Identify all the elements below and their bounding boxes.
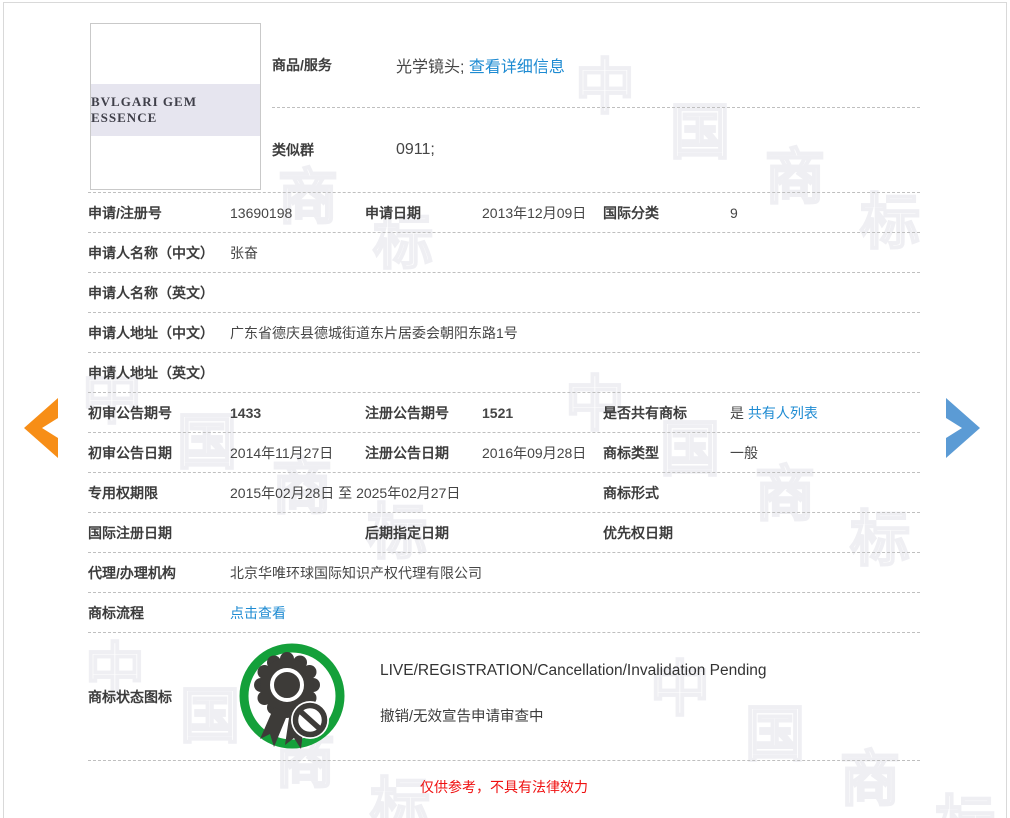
row-applicant-address-en: 申请人地址（英文） — [88, 353, 920, 393]
first-pub-date-value: 2014年11月27日 — [230, 443, 365, 463]
chevron-left-icon — [20, 396, 60, 460]
intl-reg-date-label: 国际注册日期 — [88, 523, 230, 543]
process-label: 商标流程 — [88, 603, 230, 623]
trademark-image-text: BVLGARI GEM ESSENCE — [91, 84, 260, 136]
co-owner-list-link[interactable]: 共有人列表 — [748, 405, 818, 421]
trademark-detail-page: 中国商标中国商标中国商标中国商标中国商标中国商标 BVLGARI GEM ESS… — [0, 0, 1010, 818]
tm-type-label: 商标类型 — [603, 443, 730, 463]
goods-services-label: 商品/服务 — [272, 55, 396, 75]
view-details-link[interactable]: 查看详细信息 — [469, 53, 565, 77]
late-designation-label: 后期指定日期 — [365, 523, 482, 543]
disclaimer-text: 仅供参考，不具有法律效力 — [420, 779, 588, 795]
app-date-value: 2013年12月09日 — [482, 203, 603, 223]
applicant-en-label: 申请人名称（英文） — [88, 283, 230, 303]
addr-cn-label: 申请人地址（中文） — [88, 323, 230, 343]
is-shared-label: 是否共有商标 — [603, 403, 730, 423]
chevron-right-icon — [944, 396, 984, 460]
trademark-image: BVLGARI GEM ESSENCE — [90, 23, 261, 190]
row-international-dates: 国际注册日期 后期指定日期 优先权日期 — [88, 513, 920, 553]
click-to-view-link[interactable]: 点击查看 — [230, 605, 286, 621]
row-applicant-name-en: 申请人名称（英文） — [88, 273, 920, 313]
status-label: 商标状态图标 — [88, 633, 172, 760]
next-record-button[interactable] — [944, 396, 984, 460]
content-area: BVLGARI GEM ESSENCE 商品/服务 光学镜头; 查看详细信息 类… — [0, 0, 1010, 818]
addr-cn-value: 广东省德庆县德城街道东片居委会朝阳东路1号 — [230, 323, 920, 343]
row-applicant-address-cn: 申请人地址（中文） 广东省德庆县德城街道东片居委会朝阳东路1号 — [88, 313, 920, 353]
row-status: 商标状态图标 — [88, 633, 920, 761]
app-date-label: 申请日期 — [365, 203, 482, 223]
tm-form-label: 商标形式 — [603, 483, 730, 503]
reg-pub-no-label: 注册公告期号 — [365, 403, 482, 423]
row-exclusive-period: 专用权期限 2015年02月28日 至 2025年02月27日 商标形式 — [88, 473, 920, 513]
applicant-cn-label: 申请人名称（中文） — [88, 243, 230, 263]
row-process: 商标流程 点击查看 — [88, 593, 920, 633]
status-text-english: LIVE/REGISTRATION/Cancellation/Invalidat… — [380, 662, 767, 680]
row-agency: 代理/办理机构 北京华唯环球国际知识产权代理有限公司 — [88, 553, 920, 593]
priority-date-label: 优先权日期 — [603, 523, 730, 543]
status-text-chinese: 撤销/无效宣告申请审查中 — [380, 705, 544, 726]
row-registration-number: 申请/注册号 13690198 申请日期 2013年12月09日 国际分类 9 — [88, 193, 920, 233]
intl-class-value: 9 — [730, 205, 920, 221]
is-shared-value: 是 共有人列表 — [730, 403, 920, 423]
trademark-status-badge-icon — [237, 641, 347, 751]
exclusive-period-label: 专用权期限 — [88, 483, 230, 503]
first-pub-no-value: 1433 — [230, 405, 365, 421]
intl-class-label: 国际分类 — [603, 203, 730, 223]
similar-group-label: 类似群 — [272, 140, 396, 160]
exclusive-period-value: 2015年02月28日 至 2025年02月27日 — [230, 483, 603, 503]
agency-value: 北京华唯环球国际知识产权代理有限公司 — [230, 563, 920, 583]
tm-type-value: 一般 — [730, 443, 920, 463]
disclaimer-row: 仅供参考，不具有法律效力 — [88, 761, 920, 811]
agency-label: 代理/办理机构 — [88, 563, 230, 583]
reg-pub-no-value: 1521 — [482, 405, 603, 421]
reg-pub-date-value: 2016年09月28日 — [482, 443, 603, 463]
addr-en-label: 申请人地址（英文） — [88, 363, 230, 383]
row-similar-group: 类似群 0911; — [272, 108, 920, 192]
goods-services-value: 光学镜头; — [396, 53, 464, 77]
similar-group-value: 0911; — [396, 141, 435, 159]
reg-no-value: 13690198 — [230, 205, 365, 221]
first-pub-no-label: 初审公告期号 — [88, 403, 230, 423]
is-shared-answer: 是 — [730, 405, 744, 421]
row-publication-numbers: 初审公告期号 1433 注册公告期号 1521 是否共有商标 是 共有人列表 — [88, 393, 920, 433]
reg-pub-date-label: 注册公告日期 — [365, 443, 482, 463]
previous-record-button[interactable] — [20, 396, 60, 460]
row-publication-dates: 初审公告日期 2014年11月27日 注册公告日期 2016年09月28日 商标… — [88, 433, 920, 473]
applicant-cn-value: 张奋 — [230, 243, 920, 263]
row-applicant-name-cn: 申请人名称（中文） 张奋 — [88, 233, 920, 273]
reg-no-label: 申请/注册号 — [88, 203, 230, 223]
row-goods-services: 商品/服务 光学镜头; 查看详细信息 — [272, 23, 920, 108]
first-pub-date-label: 初审公告日期 — [88, 443, 230, 463]
